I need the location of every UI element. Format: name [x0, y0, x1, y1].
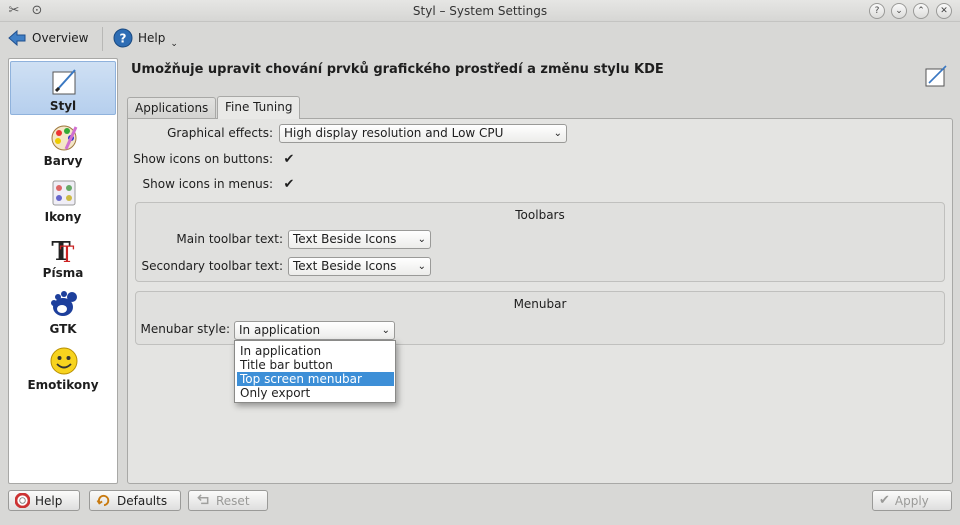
help-lifebuoy-icon	[15, 493, 30, 508]
maximize-icon[interactable]: ⌃	[913, 3, 929, 19]
sidebar-item-label: Ikony	[44, 210, 82, 224]
secondary-toolbar-text-combo[interactable]: Text Beside Icons ⌄	[288, 257, 431, 276]
show-icons-menus-label: Show icons in menus:	[142, 177, 273, 191]
main-toolbar-text-value: Text Beside Icons	[293, 232, 397, 246]
dropdown-option[interactable]: Title bar button	[237, 358, 394, 372]
back-arrow-icon	[8, 29, 26, 47]
overview-button[interactable]: Overview	[7, 25, 89, 51]
help-circle-icon: ?	[113, 28, 133, 48]
chevron-down-icon: ⌄	[553, 128, 562, 139]
overview-label: Overview	[32, 31, 89, 45]
menubar-group-title: Menubar	[513, 297, 567, 311]
sidebar-item-pisma[interactable]: T T Písma	[10, 229, 116, 283]
svg-text:T: T	[60, 243, 75, 265]
toolbar-separator	[102, 27, 103, 51]
menubar-style-dropdown: In application Title bar button Top scre…	[234, 340, 396, 403]
help-menu-button[interactable]: ? Help ⌄	[113, 25, 178, 51]
tab-label: Fine Tuning	[225, 100, 293, 114]
reset-icon	[197, 494, 209, 505]
module-sidebar: Styl Barvy Ikony T T Písma GTK Emotikony	[8, 58, 118, 484]
sidebar-item-label: Písma	[42, 266, 84, 280]
defaults-button[interactable]: Defaults	[89, 490, 181, 511]
help-button[interactable]: Help	[8, 490, 80, 511]
toolbars-group-title: Toolbars	[515, 208, 565, 222]
tab-applications[interactable]: Applications	[127, 97, 217, 119]
help-label: Help	[138, 31, 166, 45]
sidebar-item-label: Barvy	[43, 154, 83, 168]
help-button-label: Help	[35, 493, 63, 508]
main-toolbar-text-label: Main toolbar text:	[176, 232, 283, 246]
sidebar-item-ikony[interactable]: Ikony	[10, 173, 116, 227]
graphical-effects-value: High display resolution and Low CPU	[284, 126, 504, 140]
help-icon[interactable]: ?	[869, 3, 885, 19]
chevron-down-icon: ⌄	[417, 234, 426, 245]
sidebar-item-label: Styl	[49, 99, 77, 113]
dropdown-option[interactable]: In application	[237, 344, 394, 358]
dropdown-option-highlighted[interactable]: Top screen menubar	[237, 372, 394, 386]
apply-button[interactable]: ✔ Apply	[872, 490, 952, 511]
apply-button-label: Apply	[894, 493, 929, 508]
defaults-icon	[96, 494, 110, 507]
chevron-down-icon: ⌄	[381, 325, 390, 336]
sidebar-item-emotikony[interactable]: Emotikony	[10, 341, 116, 395]
graphical-effects-combo[interactable]: High display resolution and Low CPU ⌄	[279, 124, 567, 143]
reset-button[interactable]: Reset	[188, 490, 268, 511]
style-brush-icon	[52, 69, 76, 95]
show-icons-menus-checkbox[interactable]: ✔	[281, 177, 297, 193]
chevron-down-icon: ⌄	[417, 261, 426, 272]
menubar-style-label: Menubar style:	[140, 322, 230, 336]
tab-fine-tuning[interactable]: Fine Tuning	[217, 96, 301, 119]
window-titlebar[interactable]: ✂ ⊙ Styl – System Settings ? ⌄ ⌃ ✕	[0, 0, 960, 22]
fonts-icon: T T	[51, 237, 75, 265]
secondary-toolbar-text-label: Secondary toolbar text:	[141, 259, 283, 273]
reset-button-label: Reset	[216, 493, 250, 508]
sidebar-item-gtk[interactable]: GTK	[10, 285, 116, 339]
menubar-style-combo[interactable]: In application ⌄	[234, 321, 395, 340]
main-toolbar-text-combo[interactable]: Text Beside Icons ⌄	[288, 230, 431, 249]
dropdown-option[interactable]: Only export	[237, 386, 394, 400]
sidebar-item-styl[interactable]: Styl	[10, 61, 116, 115]
show-icons-buttons-label: Show icons on buttons:	[133, 152, 273, 166]
graphical-effects-label: Graphical effects:	[167, 126, 273, 140]
minimize-icon[interactable]: ⌄	[891, 3, 907, 19]
secondary-toolbar-text-value: Text Beside Icons	[293, 259, 397, 273]
sidebar-item-barvy[interactable]: Barvy	[10, 117, 116, 171]
window-title: Styl – System Settings	[412, 4, 548, 18]
main-toolbar: Overview ? Help ⌄	[0, 23, 960, 55]
gtk-icon	[51, 291, 77, 316]
checkmark-icon: ✔	[879, 493, 890, 508]
show-icons-buttons-checkbox[interactable]: ✔	[281, 152, 297, 168]
chevron-down-icon: ⌄	[170, 39, 178, 49]
close-icon[interactable]: ✕	[936, 3, 952, 19]
sidebar-item-label: Emotikony	[27, 378, 99, 392]
sidebar-item-label: GTK	[49, 322, 77, 336]
defaults-button-label: Defaults	[117, 493, 168, 508]
page-title: Umožňuje upravit chování prvků grafickéh…	[131, 62, 664, 77]
menubar-style-value: In application	[239, 323, 321, 337]
colors-icon	[51, 125, 78, 151]
icons-icon	[52, 180, 76, 206]
style-brush-icon	[925, 65, 947, 87]
smiley-icon	[50, 347, 78, 375]
tab-label: Applications	[135, 101, 209, 115]
svg-text:?: ?	[120, 32, 127, 46]
